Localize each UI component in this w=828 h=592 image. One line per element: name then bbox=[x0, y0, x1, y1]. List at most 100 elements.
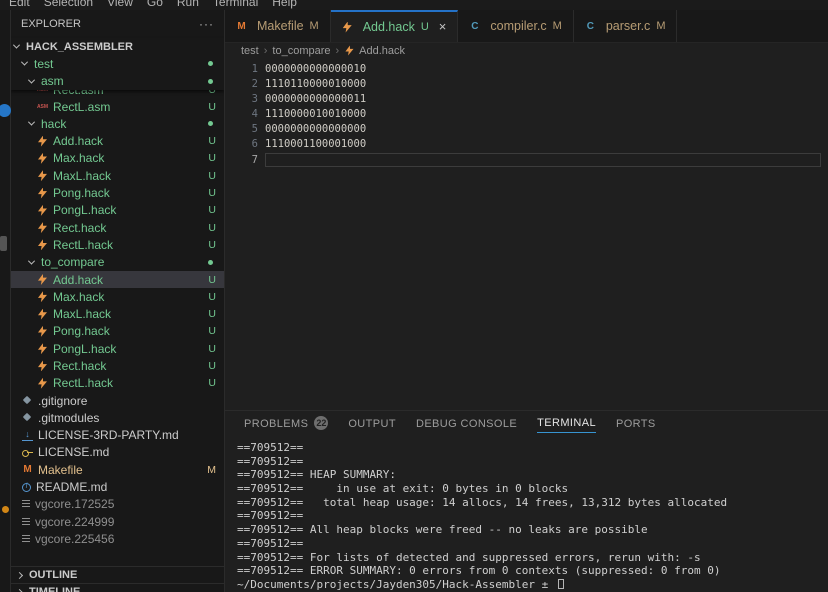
tree-item-label: .gitmodules bbox=[38, 411, 99, 425]
section-timeline[interactable]: TIMELINE bbox=[11, 583, 224, 592]
activity-bar[interactable] bbox=[0, 10, 11, 592]
line-number[interactable]: 7 bbox=[225, 153, 265, 168]
hack-icon bbox=[37, 239, 48, 250]
line-number[interactable]: 6 bbox=[225, 137, 265, 152]
code-line[interactable]: 30000000000000011 bbox=[225, 92, 828, 107]
chevron-down-icon bbox=[28, 257, 35, 264]
section-outline[interactable]: OUTLINE bbox=[11, 566, 224, 583]
tab-compiler-c[interactable]: Ccompiler.cM bbox=[458, 10, 573, 42]
tree-item-rect-asm[interactable]: ASMRect.asmU bbox=[11, 90, 224, 98]
line-number[interactable]: 1 bbox=[225, 62, 265, 77]
hack-icon bbox=[342, 22, 353, 33]
panel-tab-problems[interactable]: PROBLEMS22 bbox=[234, 411, 338, 435]
tree-item-readme-md[interactable]: iREADME.md bbox=[11, 478, 224, 495]
tree-item-label: vgcore.172525 bbox=[35, 497, 114, 511]
breadcrumb-item[interactable]: to_compare bbox=[272, 45, 330, 57]
tree-item-label: Pong.hack bbox=[53, 324, 110, 338]
code-line[interactable]: 61110001100001000 bbox=[225, 137, 828, 152]
tab-makefile[interactable]: MMakefileM bbox=[225, 10, 331, 42]
makefile-icon: M bbox=[22, 464, 33, 475]
menu-selection[interactable]: Selection bbox=[37, 0, 100, 9]
code-editor[interactable]: 1000000000000001021110110000010000300000… bbox=[225, 58, 828, 410]
hack-icon bbox=[37, 136, 48, 147]
code-line[interactable]: 41110000010010000 bbox=[225, 107, 828, 122]
tree-item-license-md[interactable]: LICENSE.md bbox=[11, 444, 224, 461]
tree-item-pongl-hack[interactable]: PongL.hackU bbox=[11, 340, 224, 357]
tree-item-rectl-hack[interactable]: RectL.hackU bbox=[11, 236, 224, 253]
folder-changes-dot bbox=[208, 121, 213, 126]
tree-item-pongl-hack[interactable]: PongL.hackU bbox=[11, 202, 224, 219]
line-number[interactable]: 2 bbox=[225, 77, 265, 92]
menu-run[interactable]: Run bbox=[170, 0, 206, 9]
tree-item-to-compare[interactable]: to_compare bbox=[11, 254, 224, 271]
terminal-line: ==709512== bbox=[237, 537, 828, 551]
terminal-line: ==709512== bbox=[237, 455, 828, 469]
panel-tab-debug-console[interactable]: DEBUG CONSOLE bbox=[406, 411, 527, 435]
tree-item-maxl-hack[interactable]: MaxL.hackU bbox=[11, 167, 224, 184]
breadcrumb-item[interactable]: test bbox=[241, 45, 259, 57]
tree-item-add-hack[interactable]: Add.hackU bbox=[11, 271, 224, 288]
tree-item-test[interactable]: test bbox=[11, 55, 224, 72]
code-line[interactable]: 50000000000000000 bbox=[225, 122, 828, 137]
panel-tab-terminal[interactable]: TERMINAL bbox=[527, 411, 606, 435]
line-number[interactable]: 4 bbox=[225, 107, 265, 122]
tree-item-rect-hack[interactable]: Rect.hackU bbox=[11, 357, 224, 374]
key-icon bbox=[22, 447, 33, 458]
close-icon[interactable]: × bbox=[439, 22, 447, 32]
tree-item-label: Makefile bbox=[38, 463, 83, 477]
tree-item-makefile[interactable]: M Makefile M bbox=[11, 461, 224, 478]
tree-item--gitmodules[interactable]: .gitmodules bbox=[11, 409, 224, 426]
tree-item-rect-hack[interactable]: Rect.hackU bbox=[11, 219, 224, 236]
panel-tab-label: PORTS bbox=[616, 414, 656, 433]
scrolled-row-peek: ASMRect.asmU bbox=[11, 90, 224, 98]
tree-item-vgcore-172525[interactable]: vgcore.172525 bbox=[11, 496, 224, 513]
tree-item-vgcore-225456[interactable]: vgcore.225456 bbox=[11, 530, 224, 547]
tree-item-hack[interactable]: hack bbox=[11, 115, 224, 132]
git-status-badge: U bbox=[208, 187, 216, 199]
code-line[interactable]: 7 bbox=[225, 153, 828, 168]
menu-view[interactable]: View bbox=[100, 0, 140, 9]
tree-item-label: Add.hack bbox=[53, 134, 103, 148]
menu-edit[interactable]: Edit bbox=[2, 0, 37, 9]
menu-help[interactable]: Help bbox=[265, 0, 304, 9]
chevron-down-icon bbox=[21, 59, 28, 66]
tree-item-label: to_compare bbox=[41, 255, 104, 269]
tree-item-label: PongL.hack bbox=[53, 203, 116, 217]
line-number[interactable]: 5 bbox=[225, 122, 265, 137]
code-line[interactable]: 21110110000010000 bbox=[225, 77, 828, 92]
tree-item-vgcore-224999[interactable]: vgcore.224999 bbox=[11, 513, 224, 530]
git-status-badge: U bbox=[208, 101, 216, 113]
menu-bar: EditSelectionViewGoRunTerminalHelp bbox=[0, 0, 828, 10]
folder-changes-dot bbox=[208, 61, 213, 66]
git-icon bbox=[22, 395, 33, 406]
tree-item-rectl-asm[interactable]: ASMRectL.asmU bbox=[11, 98, 224, 115]
explorer-actions-icon[interactable]: ··· bbox=[199, 17, 214, 31]
tree-item-hack-assembler[interactable]: HACK_ASSEMBLER bbox=[11, 38, 224, 55]
tree-item-pong-hack[interactable]: Pong.hackU bbox=[11, 184, 224, 201]
code-line[interactable]: 10000000000000010 bbox=[225, 62, 828, 77]
tree-item--gitignore[interactable]: .gitignore bbox=[11, 392, 224, 409]
tree-item-max-hack[interactable]: Max.hackU bbox=[11, 150, 224, 167]
git-status-badge: U bbox=[208, 360, 216, 372]
panel-tab-ports[interactable]: PORTS bbox=[606, 411, 666, 435]
line-number[interactable]: 3 bbox=[225, 92, 265, 107]
tree-item-pong-hack[interactable]: Pong.hackU bbox=[11, 323, 224, 340]
tree-item-license-3rd-party-md[interactable]: ↓LICENSE-3RD-PARTY.md bbox=[11, 427, 224, 444]
menu-terminal[interactable]: Terminal bbox=[206, 0, 265, 9]
terminal-output[interactable]: ==709512== ==709512== ==709512== HEAP SU… bbox=[225, 435, 828, 592]
tree-item-asm[interactable]: asm bbox=[11, 73, 224, 90]
git-status-badge: M bbox=[207, 464, 216, 476]
tree-item-rectl-hack[interactable]: RectL.hackU bbox=[11, 375, 224, 392]
breadcrumb-file[interactable]: Add.hack bbox=[344, 45, 405, 57]
tree-item-max-hack[interactable]: Max.hackU bbox=[11, 288, 224, 305]
tree-item-maxl-hack[interactable]: MaxL.hackU bbox=[11, 305, 224, 322]
tab-parser-c[interactable]: Cparser.cM bbox=[574, 10, 678, 42]
menu-go[interactable]: Go bbox=[140, 0, 170, 9]
tab-add-hack[interactable]: Add.hackU× bbox=[331, 10, 459, 42]
panel-tab-output[interactable]: OUTPUT bbox=[338, 411, 406, 435]
hack-icon bbox=[37, 326, 48, 337]
makefile-icon: M bbox=[236, 21, 247, 32]
tree-item-add-hack[interactable]: Add.hackU bbox=[11, 132, 224, 149]
tab-git-badge: M bbox=[656, 20, 665, 32]
tree-item-label: Add.hack bbox=[53, 273, 103, 287]
